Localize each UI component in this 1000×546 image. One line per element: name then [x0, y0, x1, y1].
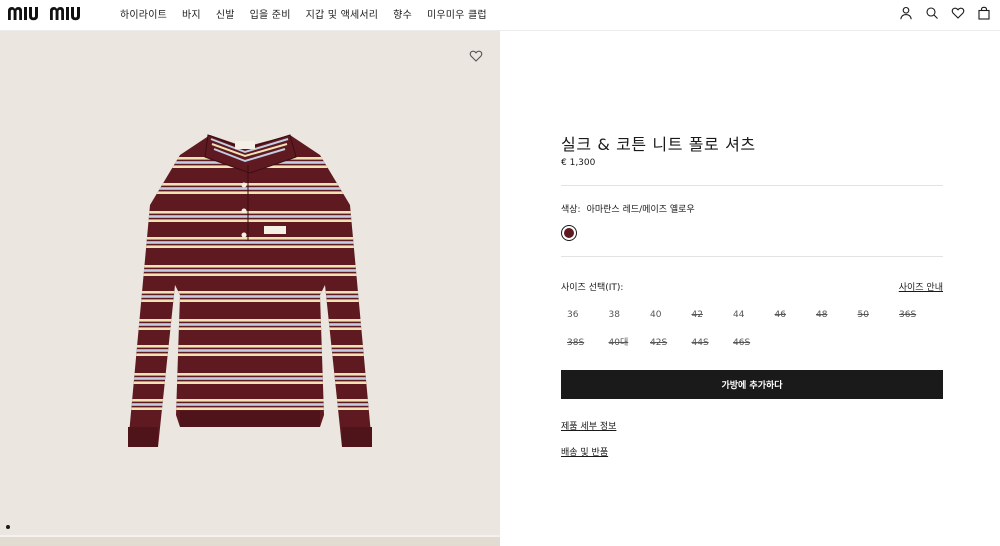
nav-item-ready-to-wear[interactable]: 입을 준비 [250, 6, 291, 21]
nav-item-shoes[interactable]: 신발 [216, 6, 235, 21]
product-details-link[interactable]: 제품 세부 정보 [561, 419, 616, 432]
header-actions [899, 5, 991, 20]
wishlist-heart-icon[interactable] [469, 48, 483, 62]
swatch-fill [564, 228, 574, 238]
miu-miu-logo[interactable] [8, 4, 104, 22]
size-option[interactable]: 44S [686, 335, 728, 351]
bag-icon[interactable] [977, 5, 991, 20]
stripe [128, 265, 372, 268]
nav-item-highlights[interactable]: 하이라이트 [120, 6, 167, 21]
nav-item-wallets-accessories[interactable]: 지갑 및 액세서리 [306, 6, 379, 21]
stripe [128, 295, 372, 298]
color-value: 아마란스 레드/메이즈 옐로우 [586, 205, 695, 215]
stripe [128, 219, 372, 222]
size-option[interactable]: 48 [810, 307, 852, 323]
divider [561, 185, 943, 186]
nav-item-fragrance[interactable]: 향수 [393, 6, 412, 21]
add-to-bag-button[interactable]: 가방에 추가하다 [561, 370, 943, 399]
stripe [128, 187, 372, 190]
stripe [128, 211, 372, 214]
stripe [128, 191, 372, 194]
stripe [128, 215, 372, 218]
color-swatch[interactable] [561, 225, 577, 241]
shipping-returns-link[interactable]: 배송 및 반품 [561, 445, 608, 458]
size-option[interactable]: 42 [686, 307, 728, 323]
stripe [128, 319, 372, 322]
nav-item-miu-miu-club[interactable]: 미우미우 클럽 [427, 6, 487, 21]
size-option[interactable]: 40대 [603, 335, 645, 351]
size-guide-link[interactable]: 사이즈 안내 [899, 280, 943, 293]
size-option[interactable]: 46 [769, 307, 811, 323]
user-icon[interactable] [899, 5, 913, 20]
color-selector-label: 색상: 아마란스 레드/메이즈 옐로우 [561, 202, 695, 215]
stripe [128, 273, 372, 276]
size-option[interactable]: 46S [727, 335, 769, 351]
color-label: 색상: [561, 205, 581, 215]
size-option[interactable]: 42S [644, 335, 686, 351]
stripe [128, 349, 372, 352]
stripe [128, 381, 372, 384]
size-select-label: 사이즈 선택(IT): [561, 283, 624, 293]
stripe [128, 269, 372, 272]
size-option[interactable]: 36S [893, 307, 935, 323]
stripe [128, 299, 372, 302]
size-option[interactable]: 50 [852, 307, 894, 323]
gallery-pagination-dot[interactable] [6, 525, 10, 529]
stripe [128, 237, 372, 240]
next-image-preview[interactable] [0, 537, 500, 546]
stripe [128, 323, 372, 326]
search-icon[interactable] [925, 5, 939, 19]
stripe [128, 399, 372, 402]
size-option[interactable]: 44 [727, 307, 769, 323]
divider [561, 256, 943, 257]
stripe [128, 241, 372, 244]
main-nav: 하이라이트 바지 신발 입을 준비 지갑 및 액세서리 향수 미우미우 클럽 [120, 0, 502, 26]
size-option[interactable]: 40 [644, 307, 686, 323]
nav-item-pants[interactable]: 바지 [182, 6, 201, 21]
product-title: 실크 & 코튼 니트 폴로 셔츠 [561, 135, 756, 154]
size-option[interactable]: 38 [603, 307, 645, 323]
stripe [128, 345, 372, 348]
stripe [128, 353, 372, 356]
stripe [128, 183, 372, 186]
product-gallery [0, 31, 500, 546]
heart-icon[interactable] [951, 5, 965, 19]
size-grid: 36 38 40 42 44 46 48 50 36S 38S 40대 42S 44S 46S [561, 307, 943, 351]
product-image[interactable] [110, 115, 390, 481]
product-price: € 1,300 [561, 158, 596, 168]
site-header: 하이라이트 바지 신발 입을 준비 지갑 및 액세서리 향수 미우미우 클럽 [0, 0, 1000, 31]
size-option[interactable]: 36 [561, 307, 603, 323]
stripe [128, 407, 372, 410]
stripe [128, 291, 372, 294]
stripe [128, 377, 372, 380]
stripe [128, 403, 372, 406]
size-option[interactable]: 38S [561, 335, 603, 351]
stripe [128, 373, 372, 376]
stripe [128, 245, 372, 248]
stripe [128, 327, 372, 330]
